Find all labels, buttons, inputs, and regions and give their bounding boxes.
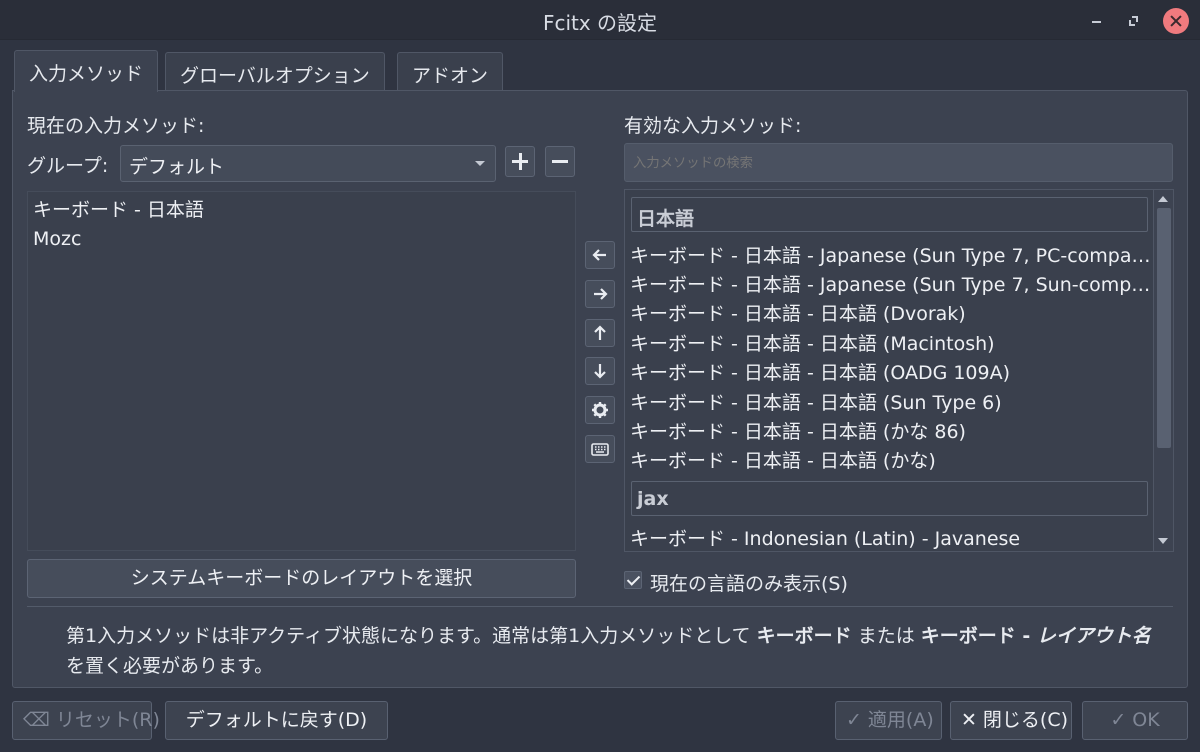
- only-current-language-checkbox[interactable]: [624, 571, 642, 589]
- list-item[interactable]: キーボード - 日本語 - 日本語 (Macintosh): [630, 330, 1152, 359]
- ok-button[interactable]: ✓ OK: [1082, 701, 1188, 740]
- current-input-methods-heading: 現在の入力メソッド:: [27, 115, 205, 137]
- move-right-button[interactable]: [585, 280, 615, 308]
- divider: [27, 606, 1173, 607]
- tab-global-options[interactable]: グローバルオプション: [165, 52, 385, 90]
- reset-button[interactable]: ⌫ リセット(R): [12, 701, 160, 740]
- scroll-down-icon[interactable]: [1158, 538, 1168, 544]
- list-item[interactable]: キーボード - 日本語 - 日本語 (Dvorak): [630, 300, 1152, 329]
- tab-input-method[interactable]: 入力メソッド: [14, 50, 159, 92]
- ok-label: OK: [1132, 709, 1160, 731]
- available-input-methods-heading: 有効な入力メソッド:: [624, 115, 802, 137]
- info-text: または: [851, 625, 921, 647]
- only-current-language-label[interactable]: 現在の言語のみ表示(S): [650, 569, 848, 596]
- keyboard-layout-button[interactable]: [585, 435, 615, 463]
- group-header-japanese: 日本語: [631, 197, 1148, 232]
- list-item[interactable]: キーボード - 日本語 - 日本語 (かな 86): [630, 418, 1152, 447]
- list-item[interactable]: キーボード - 日本語 - Japanese (Sun Type 7, Sun-…: [630, 271, 1152, 300]
- check-icon: ✓: [846, 709, 862, 731]
- arrow-down-icon: [594, 364, 606, 379]
- arrow-right-icon: [594, 288, 608, 300]
- reset-label: リセット(R): [55, 709, 160, 731]
- add-group-button[interactable]: [505, 146, 535, 177]
- available-input-method-list[interactable]: 日本語 キーボード - 日本語 - Japanese (Sun Type 7, …: [624, 189, 1174, 552]
- chevron-down-icon: [475, 161, 485, 166]
- gear-icon: [592, 402, 608, 418]
- arrow-up-icon: [594, 325, 606, 340]
- info-keyboard-layout: キーボード -: [920, 625, 1037, 647]
- check-icon: ✓: [1110, 709, 1127, 731]
- group-header-jax: jax: [631, 481, 1148, 516]
- select-system-layout-button[interactable]: システムキーボードのレイアウトを選択: [27, 559, 576, 598]
- maximize-icon[interactable]: [1121, 8, 1147, 34]
- close-label: 閉じる(C): [982, 709, 1069, 731]
- apply-button[interactable]: ✓ 適用(A): [835, 701, 942, 740]
- close-icon: ✕: [961, 709, 977, 731]
- info-keyboard: キーボード: [756, 625, 852, 647]
- apply-label: 適用(A): [867, 709, 934, 731]
- configure-button[interactable]: [585, 396, 615, 424]
- list-item[interactable]: キーボード - 日本語: [33, 196, 570, 225]
- current-input-method-list[interactable]: キーボード - 日本語 Mozc: [27, 191, 576, 551]
- restore-defaults-button[interactable]: デフォルトに戻す(D): [165, 701, 388, 740]
- move-up-button[interactable]: [585, 319, 615, 347]
- remove-group-button[interactable]: [545, 146, 575, 177]
- window-title: Fcitx の設定: [542, 11, 658, 35]
- scroll-up-icon[interactable]: [1158, 196, 1168, 202]
- info-message: 第1入力メソッドは非アクティブ状態になります。通常は第1入力メソッドとして キー…: [66, 621, 1166, 681]
- group-select-value: デフォルト: [129, 156, 225, 178]
- list-item[interactable]: Mozc: [33, 225, 570, 254]
- close-button[interactable]: ✕ 閉じる(C): [950, 701, 1072, 740]
- list-item[interactable]: キーボード - 日本語 - 日本語 (かな): [630, 447, 1152, 476]
- info-layout-name: レイアウト名: [1036, 625, 1151, 647]
- tab-addons[interactable]: アドオン: [397, 52, 504, 90]
- info-text: 第1入力メソッドは非アクティブ状態になります。通常は第1入力メソッドとして: [66, 625, 757, 647]
- group-label: グループ:: [27, 155, 109, 177]
- minimize-icon[interactable]: [1084, 8, 1110, 34]
- backspace-icon: ⌫: [23, 709, 50, 731]
- list-item[interactable]: キーボード - Indonesian (Latin) - Javanese: [630, 525, 1152, 551]
- list-item[interactable]: キーボード - 日本語 - Japanese (Sun Type 7, PC-c…: [630, 242, 1152, 271]
- group-select[interactable]: デフォルト: [120, 145, 496, 182]
- move-left-button[interactable]: [585, 241, 615, 269]
- list-item[interactable]: キーボード - 日本語 - 日本語 (OADG 109A): [630, 359, 1152, 388]
- close-window-icon[interactable]: [1163, 8, 1189, 34]
- list-scrollbar[interactable]: [1153, 190, 1173, 551]
- info-text: を置く必要があります。: [66, 655, 274, 677]
- list-item[interactable]: キーボード - 日本語 - 日本語 (Sun Type 6): [630, 389, 1152, 418]
- title-bar: Fcitx の設定: [0, 0, 1200, 40]
- arrow-left-icon: [592, 249, 606, 261]
- search-input[interactable]: [624, 143, 1173, 182]
- scroll-thumb[interactable]: [1157, 208, 1171, 448]
- keyboard-icon: [591, 443, 609, 456]
- move-down-button[interactable]: [585, 357, 615, 385]
